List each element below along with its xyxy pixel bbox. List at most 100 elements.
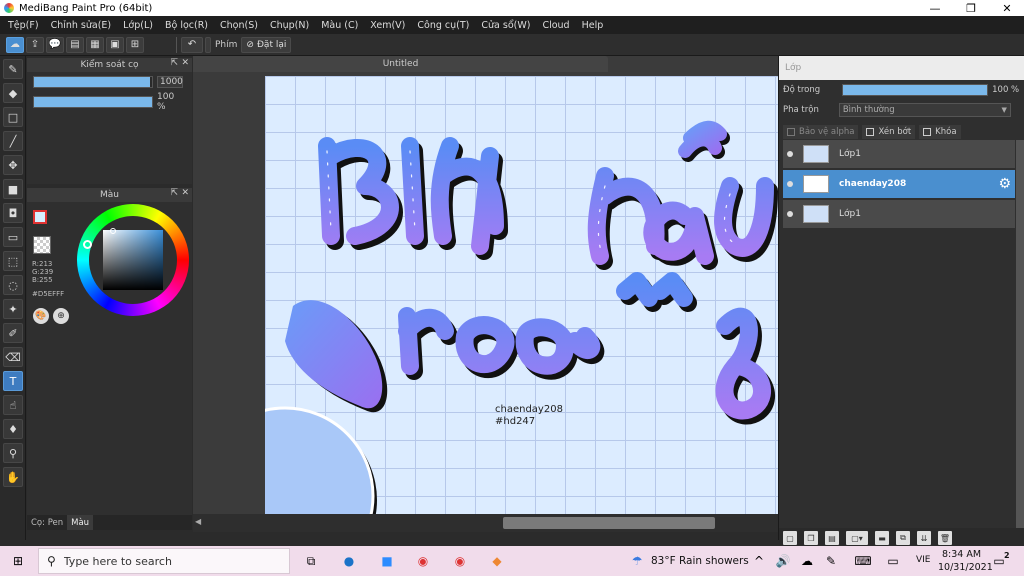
- layer-item[interactable]: Lớp1: [783, 140, 1015, 168]
- maximize-button[interactable]: ❐: [954, 0, 988, 16]
- drawing-canvas[interactable]: chaenday208 #hd247: [265, 76, 778, 514]
- menu-select[interactable]: Chọn(S): [214, 20, 264, 31]
- palette-add-icon[interactable]: ⊕: [53, 308, 69, 324]
- line-icon[interactable]: ╱: [3, 131, 23, 151]
- hue-marker[interactable]: [83, 240, 92, 249]
- lock-checkbox[interactable]: Khóa: [919, 125, 961, 139]
- zoom-app-icon[interactable]: ■: [378, 552, 396, 570]
- panel-close-icon[interactable]: ✕: [181, 58, 189, 68]
- copy-layer-icon[interactable]: ❐: [804, 531, 818, 545]
- clock-time[interactable]: 8:34 AM: [942, 549, 981, 560]
- menu-edit[interactable]: Chỉnh sửa(E): [45, 20, 118, 31]
- smudge-icon[interactable]: ♦: [3, 419, 23, 439]
- visibility-icon[interactable]: [787, 211, 793, 217]
- menu-file[interactable]: Tệp(F): [2, 20, 45, 31]
- clipping-checkbox[interactable]: Xén bớt: [862, 125, 916, 139]
- close-window-button[interactable]: ✕: [990, 0, 1024, 16]
- saturation-value-square[interactable]: [103, 230, 163, 290]
- cloud-icon[interactable]: ☁: [6, 36, 24, 53]
- hand-icon[interactable]: ✋: [3, 467, 23, 487]
- edge-browser-icon[interactable]: ●: [340, 552, 358, 570]
- task-view-icon[interactable]: ⧉: [302, 552, 320, 570]
- language-indicator[interactable]: VIE: [916, 555, 931, 565]
- menu-filter[interactable]: Bộ lọc(R): [159, 20, 214, 31]
- horizontal-scrollbar[interactable]: ◀: [193, 514, 778, 532]
- undock-icon[interactable]: ⇱: [170, 188, 178, 198]
- onedrive-icon[interactable]: ☁: [798, 552, 816, 570]
- select-rect-icon[interactable]: ⬚: [3, 251, 23, 271]
- menu-color[interactable]: Màu (C): [315, 20, 364, 31]
- move-icon[interactable]: ✥: [3, 155, 23, 175]
- eraser-icon[interactable]: ◆: [3, 83, 23, 103]
- keyboard-icon[interactable]: ⌨: [854, 552, 872, 570]
- merge-icon[interactable]: ⇊: [917, 531, 931, 545]
- layer-scrollbar[interactable]: [1016, 140, 1024, 530]
- hue-wheel[interactable]: [77, 204, 189, 316]
- duplicate-icon[interactable]: ⧉: [896, 531, 910, 545]
- menu-help[interactable]: Help: [576, 20, 610, 31]
- palette-icon[interactable]: 🎨: [33, 308, 49, 324]
- trash-icon[interactable]: 🗑: [938, 531, 952, 545]
- undock-icon[interactable]: ⇱: [170, 58, 178, 68]
- visibility-icon[interactable]: [787, 181, 793, 187]
- pen-icon[interactable]: ✎: [822, 552, 840, 570]
- layer-mask-icon[interactable]: ▤: [825, 531, 839, 545]
- brush-size-slider[interactable]: [33, 76, 153, 88]
- layer-item-selected[interactable]: chaenday208 ⚙: [783, 170, 1015, 198]
- minimize-button[interactable]: —: [918, 0, 952, 16]
- panel-close-icon[interactable]: ✕: [181, 188, 189, 198]
- blend-mode-select[interactable]: Bình thường ▼: [838, 103, 1011, 117]
- medibang-taskbar-icon[interactable]: ◆: [488, 552, 506, 570]
- select-pen-icon[interactable]: ✐: [3, 323, 23, 343]
- clock-date[interactable]: 10/31/2021: [938, 562, 993, 573]
- menu-view[interactable]: Xem(V): [364, 20, 411, 31]
- undo-icon[interactable]: ↶: [181, 36, 203, 53]
- share-icon[interactable]: ⇪: [26, 36, 44, 53]
- folder-icon[interactable]: ▬: [875, 531, 889, 545]
- fill-rect-icon[interactable]: ■: [3, 179, 23, 199]
- menu-window[interactable]: Cửa sổ(W): [475, 20, 536, 31]
- scrollbar-thumb[interactable]: [503, 517, 715, 529]
- volume-icon[interactable]: 🔊: [774, 552, 792, 570]
- menu-snap[interactable]: Chụp(N): [264, 20, 315, 31]
- grid-icon[interactable]: ⊞: [126, 36, 144, 53]
- layer-opacity-slider[interactable]: [842, 84, 989, 96]
- panel-layout-icon[interactable]: ▣: [106, 36, 124, 53]
- taskbar-search[interactable]: ⚲: [38, 548, 290, 574]
- select-eraser-icon[interactable]: ⌫: [3, 347, 23, 367]
- menu-tools[interactable]: Công cụ(T): [411, 20, 475, 31]
- weather-text[interactable]: 83°F Rain showers: [651, 555, 749, 567]
- new-layer-icon[interactable]: ▢: [783, 531, 797, 545]
- magic-wand-icon[interactable]: ✦: [3, 299, 23, 319]
- gradient-icon[interactable]: ▭: [3, 227, 23, 247]
- blur-icon[interactable]: ☝: [3, 395, 23, 415]
- foreground-color-swatch[interactable]: [33, 210, 47, 224]
- menu-cloud[interactable]: Cloud: [536, 20, 575, 31]
- layer-item[interactable]: Lớp1: [783, 200, 1015, 228]
- eyedropper-icon[interactable]: ⚲: [3, 443, 23, 463]
- chat-icon[interactable]: ▤: [66, 36, 84, 53]
- display-icon[interactable]: ▭: [884, 552, 902, 570]
- saturation-marker[interactable]: [110, 228, 116, 234]
- gear-icon[interactable]: ⚙: [998, 176, 1011, 192]
- bucket-icon[interactable]: ◘: [3, 203, 23, 223]
- visibility-icon[interactable]: [787, 151, 793, 157]
- comment-icon[interactable]: 💬: [46, 36, 64, 53]
- add-layer-menu-icon[interactable]: ▢▾: [846, 531, 868, 545]
- brush-icon[interactable]: ✎: [3, 59, 23, 79]
- tab-color[interactable]: Màu: [67, 515, 94, 530]
- chrome-icon[interactable]: ◉: [414, 552, 432, 570]
- search-input[interactable]: [63, 554, 264, 568]
- text-icon[interactable]: T: [3, 371, 23, 391]
- windows-start-icon[interactable]: ⊞: [9, 552, 27, 570]
- protect-alpha-checkbox[interactable]: Bảo vệ alpha: [783, 125, 859, 139]
- document-icon[interactable]: ▦: [86, 36, 104, 53]
- chrome-profile-icon[interactable]: ◉: [451, 552, 469, 570]
- reset-button[interactable]: ⊘ Đặt lại: [241, 36, 292, 53]
- transparent-color-swatch[interactable]: [33, 236, 51, 254]
- lasso-icon[interactable]: ◌: [3, 275, 23, 295]
- brush-size-value[interactable]: 1000: [157, 76, 183, 88]
- tab-brush[interactable]: Cọ: Pen: [27, 515, 67, 530]
- scroll-left-icon[interactable]: ◀: [195, 517, 201, 526]
- menu-layer[interactable]: Lớp(L): [117, 20, 159, 31]
